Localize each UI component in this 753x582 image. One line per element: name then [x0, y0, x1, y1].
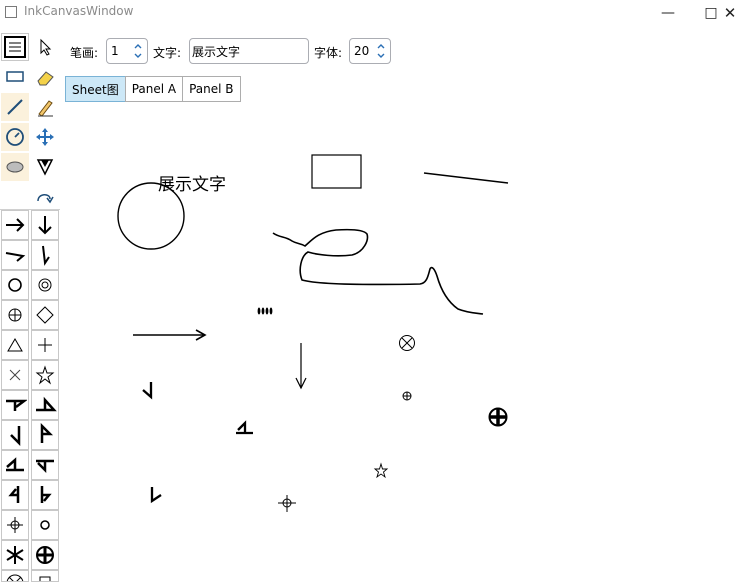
- title-bar: InkCanvasWindow — □ ✕: [0, 0, 753, 26]
- circle-icon[interactable]: [1, 270, 29, 300]
- funnel-icon[interactable]: [31, 153, 59, 181]
- tab-bar: Sheet图 Panel A Panel B: [65, 76, 241, 102]
- plus-icon[interactable]: [31, 330, 59, 360]
- asterisk-icon[interactable]: [1, 540, 29, 570]
- diamond-icon[interactable]: [31, 300, 59, 330]
- double-circle-icon[interactable]: [31, 270, 59, 300]
- pointer-icon[interactable]: [31, 33, 59, 61]
- drawn-bold-circle-plus: [488, 407, 508, 427]
- pen-width-stepper[interactable]: 1: [106, 38, 148, 64]
- text-label: 文字:: [153, 46, 182, 60]
- font-size-stepper[interactable]: 20: [349, 38, 391, 64]
- flag-down-right-icon[interactable]: [1, 390, 29, 420]
- drawn-flag-right: [150, 487, 162, 504]
- move-icon[interactable]: [31, 123, 59, 151]
- line-icon[interactable]: [1, 93, 29, 121]
- drawn-line: [423, 172, 509, 184]
- drawn-crosshair: [278, 495, 296, 512]
- app-icon: [5, 6, 17, 18]
- document-icon[interactable]: [1, 33, 29, 61]
- pen-label: 笔画:: [70, 46, 99, 60]
- pen-width-value: 1: [111, 44, 119, 58]
- highlighter-icon[interactable]: [31, 93, 59, 121]
- text-field[interactable]: [189, 38, 309, 64]
- close-button[interactable]: ✕: [707, 0, 753, 26]
- drawn-circle-plus: [402, 391, 412, 401]
- small-circle-icon[interactable]: [31, 510, 59, 540]
- hook-right-icon[interactable]: [1, 240, 29, 270]
- redo-icon[interactable]: [31, 183, 59, 211]
- bold-circle-plus-icon[interactable]: [31, 540, 59, 570]
- window-title: InkCanvasWindow: [24, 4, 134, 18]
- tab-sheet[interactable]: Sheet图: [65, 76, 126, 102]
- drawn-hatch-mark: [257, 307, 273, 315]
- font-label: 字体:: [314, 46, 343, 60]
- drawn-flag-up: [236, 420, 253, 435]
- minimize-button[interactable]: —: [645, 0, 691, 26]
- flag-up-left-icon[interactable]: [1, 450, 29, 480]
- stepper-arrows-icon[interactable]: [375, 41, 387, 61]
- crosshair-icon[interactable]: [1, 510, 29, 540]
- tab-panel-b[interactable]: Panel B: [182, 76, 241, 102]
- text-input[interactable]: [192, 42, 302, 60]
- flag-up-right-icon[interactable]: [31, 390, 59, 420]
- triangle-icon[interactable]: [1, 330, 29, 360]
- drawn-arrow-down: [295, 343, 307, 390]
- cross-icon[interactable]: [1, 360, 29, 390]
- star-icon[interactable]: [31, 360, 59, 390]
- drawn-arrow-right: [133, 329, 207, 341]
- square-icon[interactable]: [31, 570, 59, 582]
- tab-panel-a[interactable]: Panel A: [124, 76, 184, 102]
- tool-palette: [0, 32, 60, 582]
- flag-vertical-right-icon[interactable]: [31, 480, 59, 510]
- drawn-flag-left: [142, 382, 153, 400]
- freehand-stroke: [272, 228, 484, 315]
- arrow-right-icon[interactable]: [1, 210, 29, 240]
- rectangle-icon[interactable]: [1, 63, 29, 91]
- flag-right-up-icon[interactable]: [31, 420, 59, 450]
- stepper-arrows-icon[interactable]: [132, 41, 144, 61]
- eraser-icon[interactable]: [31, 63, 59, 91]
- hook-down-icon[interactable]: [31, 240, 59, 270]
- drawn-circle-x: [399, 335, 415, 351]
- flag-down-left-icon[interactable]: [31, 450, 59, 480]
- ellipse-icon[interactable]: [1, 153, 29, 181]
- circle-plus-icon[interactable]: [1, 300, 29, 330]
- arrow-down-icon[interactable]: [31, 210, 59, 240]
- circle-x-icon[interactable]: [1, 570, 29, 582]
- flag-left-down-icon[interactable]: [1, 420, 29, 450]
- font-size-value: 20: [354, 44, 370, 58]
- drawn-rectangle: [311, 154, 362, 189]
- drawn-star: [373, 462, 389, 479]
- canvas-text: 展示文字: [158, 175, 226, 195]
- flag-vertical-left-icon[interactable]: [1, 480, 29, 510]
- gauge-icon[interactable]: [1, 123, 29, 151]
